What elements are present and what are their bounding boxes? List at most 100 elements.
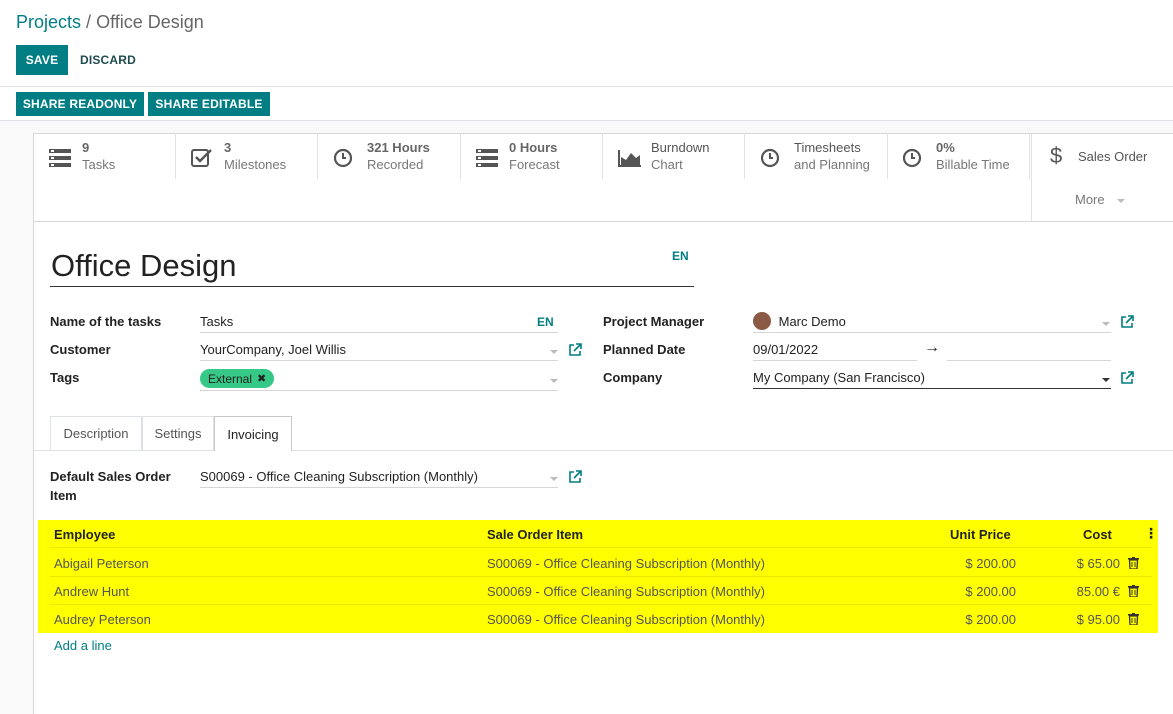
checkbox-icon	[191, 149, 212, 167]
tag-remove-icon[interactable]: ✖	[257, 372, 266, 385]
project-name-lang-button[interactable]: EN	[672, 249, 689, 263]
project-name: Office Design	[51, 248, 237, 283]
tag-external: External ✖	[200, 369, 275, 388]
timesheets-label-1: Timesheets	[794, 140, 861, 155]
column-options-icon[interactable]: ⋮	[1144, 525, 1158, 542]
milestones-smart-button[interactable]: 3 Milestones	[176, 134, 318, 179]
share-editable-button[interactable]: SHARE EDITABLE	[148, 92, 270, 116]
recorded-hours-smart-button[interactable]: 321 Hours Recorded	[319, 134, 461, 179]
forecast-label: Forecast	[509, 157, 560, 172]
employee-mapping-table: Employee Sale Order Item Unit Price Cost…	[38, 520, 1158, 633]
clock-icon	[903, 148, 922, 168]
table-row[interactable]: Audrey Peterson S00069 - Office Cleaning…	[50, 605, 1152, 633]
tasks-label: Tasks	[82, 157, 116, 172]
project-manager-dropdown-icon[interactable]	[1102, 322, 1110, 326]
company-input[interactable]: My Company (San Francisco)	[753, 367, 1111, 389]
company-dropdown-icon[interactable]	[1102, 378, 1110, 382]
project-name-field[interactable]: Office Design	[50, 246, 694, 287]
more-label: More	[1075, 192, 1105, 207]
default-so-item-external-link-icon[interactable]	[568, 470, 582, 484]
tasks-list-icon	[476, 149, 498, 167]
project-manager-external-link-icon[interactable]	[1120, 315, 1134, 329]
tasks-count: 9	[82, 140, 90, 155]
form-sheet: 9 Tasks 3 Milestones 321 Hours Recorded …	[33, 133, 1173, 714]
so-item-column-header[interactable]: Sale Order Item	[487, 527, 583, 542]
timesheets-planning-smart-button[interactable]: Timesheets and Planning	[746, 134, 888, 179]
delete-row-icon[interactable]	[1128, 585, 1139, 597]
customer-value: YourCompany, Joel Willis	[200, 342, 346, 357]
sales-order-box: $ Sales Order More	[1031, 134, 1173, 222]
discard-button[interactable]: DISCARD	[76, 45, 140, 75]
name-of-tasks-lang-button[interactable]: EN	[537, 315, 554, 329]
name-of-tasks-label: Name of the tasks	[50, 314, 162, 329]
default-so-item-value: S00069 - Office Cleaning Subscription (M…	[200, 469, 478, 484]
row-so-item: S00069 - Office Cleaning Subscription (M…	[487, 556, 765, 571]
default-so-item-label-2: Item	[50, 488, 77, 503]
delete-row-icon[interactable]	[1128, 613, 1139, 625]
planned-date-start-input[interactable]: 09/01/2022	[753, 339, 917, 361]
sales-order-smart-button[interactable]: $ Sales Order	[1032, 134, 1173, 179]
share-bar: SHARE READONLY SHARE EDITABLE	[0, 87, 1173, 121]
customer-label: Customer	[50, 342, 111, 357]
control-panel: Projects / Office Design SAVE DISCARD	[0, 0, 1173, 87]
row-employee: Andrew Hunt	[54, 584, 130, 599]
table-row[interactable]: Abigail Peterson S00069 - Office Cleanin…	[50, 549, 1152, 577]
tag-external-label: External	[208, 371, 253, 386]
customer-external-link-icon[interactable]	[568, 343, 582, 357]
employee-column-header[interactable]: Employee	[54, 527, 115, 542]
dollar-icon: $	[1050, 143, 1063, 168]
company-label: Company	[603, 370, 663, 385]
row-employee: Audrey Peterson	[54, 612, 151, 627]
project-manager-label: Project Manager	[603, 314, 705, 329]
billable-time-value: 0%	[936, 140, 955, 155]
timesheets-label-2: and Planning	[794, 157, 870, 172]
burndown-chart-smart-button[interactable]: Burndown Chart	[603, 134, 745, 179]
company-value: My Company (San Francisco)	[753, 370, 925, 385]
save-button[interactable]: SAVE	[16, 45, 68, 75]
milestones-label: Milestones	[224, 157, 287, 172]
smart-button-box: 9 Tasks 3 Milestones 321 Hours Recorded …	[34, 134, 1173, 222]
default-so-item-label-1: Default Sales Order	[50, 469, 171, 484]
company-external-link-icon[interactable]	[1120, 371, 1134, 385]
tab-description[interactable]: Description	[50, 416, 142, 450]
recorded-hours-value: 321 Hours	[367, 140, 430, 155]
billable-time-label: Billable Time	[936, 157, 1010, 172]
more-dropdown[interactable]: More	[1032, 184, 1173, 214]
customer-dropdown-icon[interactable]	[550, 350, 558, 354]
recorded-hours-label: Recorded	[367, 157, 424, 172]
add-line-link[interactable]: Add a line	[54, 638, 112, 653]
table-row[interactable]: Andrew Hunt S00069 - Office Cleaning Sub…	[50, 577, 1152, 605]
row-so-item: S00069 - Office Cleaning Subscription (M…	[487, 584, 765, 599]
tab-settings[interactable]: Settings	[142, 416, 214, 450]
row-cost: $ 95.00	[1076, 612, 1120, 627]
billable-time-smart-button[interactable]: 0% Billable Time	[888, 134, 1030, 179]
project-manager-input[interactable]: Marc Demo	[753, 311, 1111, 333]
tags-dropdown-icon[interactable]	[550, 379, 558, 383]
sales-order-label: Sales Order	[1078, 149, 1148, 164]
area-chart-icon	[618, 150, 641, 167]
share-readonly-button[interactable]: SHARE READONLY	[16, 92, 144, 116]
table-header: Employee Sale Order Item Unit Price Cost…	[50, 520, 1158, 548]
delete-row-icon[interactable]	[1128, 557, 1139, 569]
customer-input[interactable]: YourCompany, Joel Willis	[200, 339, 558, 361]
row-unit-price: $ 200.00	[965, 612, 1016, 627]
unit-price-column-header[interactable]: Unit Price	[950, 527, 1011, 542]
breadcrumb: Projects / Office Design	[16, 12, 204, 33]
planned-date-start-value: 09/01/2022	[753, 342, 819, 357]
default-so-item-input[interactable]: S00069 - Office Cleaning Subscription (M…	[200, 466, 558, 488]
tab-invoicing[interactable]: Invoicing	[214, 416, 292, 451]
forecast-hours-value: 0 Hours	[509, 140, 558, 155]
tasks-smart-button[interactable]: 9 Tasks	[34, 134, 176, 179]
tabs-divider	[34, 450, 1173, 451]
tags-label: Tags	[50, 370, 80, 385]
chevron-down-icon	[1117, 199, 1125, 203]
forecast-smart-button[interactable]: 0 Hours Forecast	[461, 134, 603, 179]
milestones-count: 3	[224, 140, 232, 155]
breadcrumb-projects-link[interactable]: Projects	[16, 12, 81, 32]
clock-icon	[761, 148, 780, 168]
default-so-item-dropdown-icon[interactable]	[550, 477, 558, 481]
cost-column-header[interactable]: Cost	[1083, 527, 1112, 542]
row-employee: Abigail Peterson	[54, 556, 149, 571]
planned-date-end-input[interactable]	[947, 339, 1111, 361]
name-of-tasks-input[interactable]: Tasks	[200, 311, 558, 333]
